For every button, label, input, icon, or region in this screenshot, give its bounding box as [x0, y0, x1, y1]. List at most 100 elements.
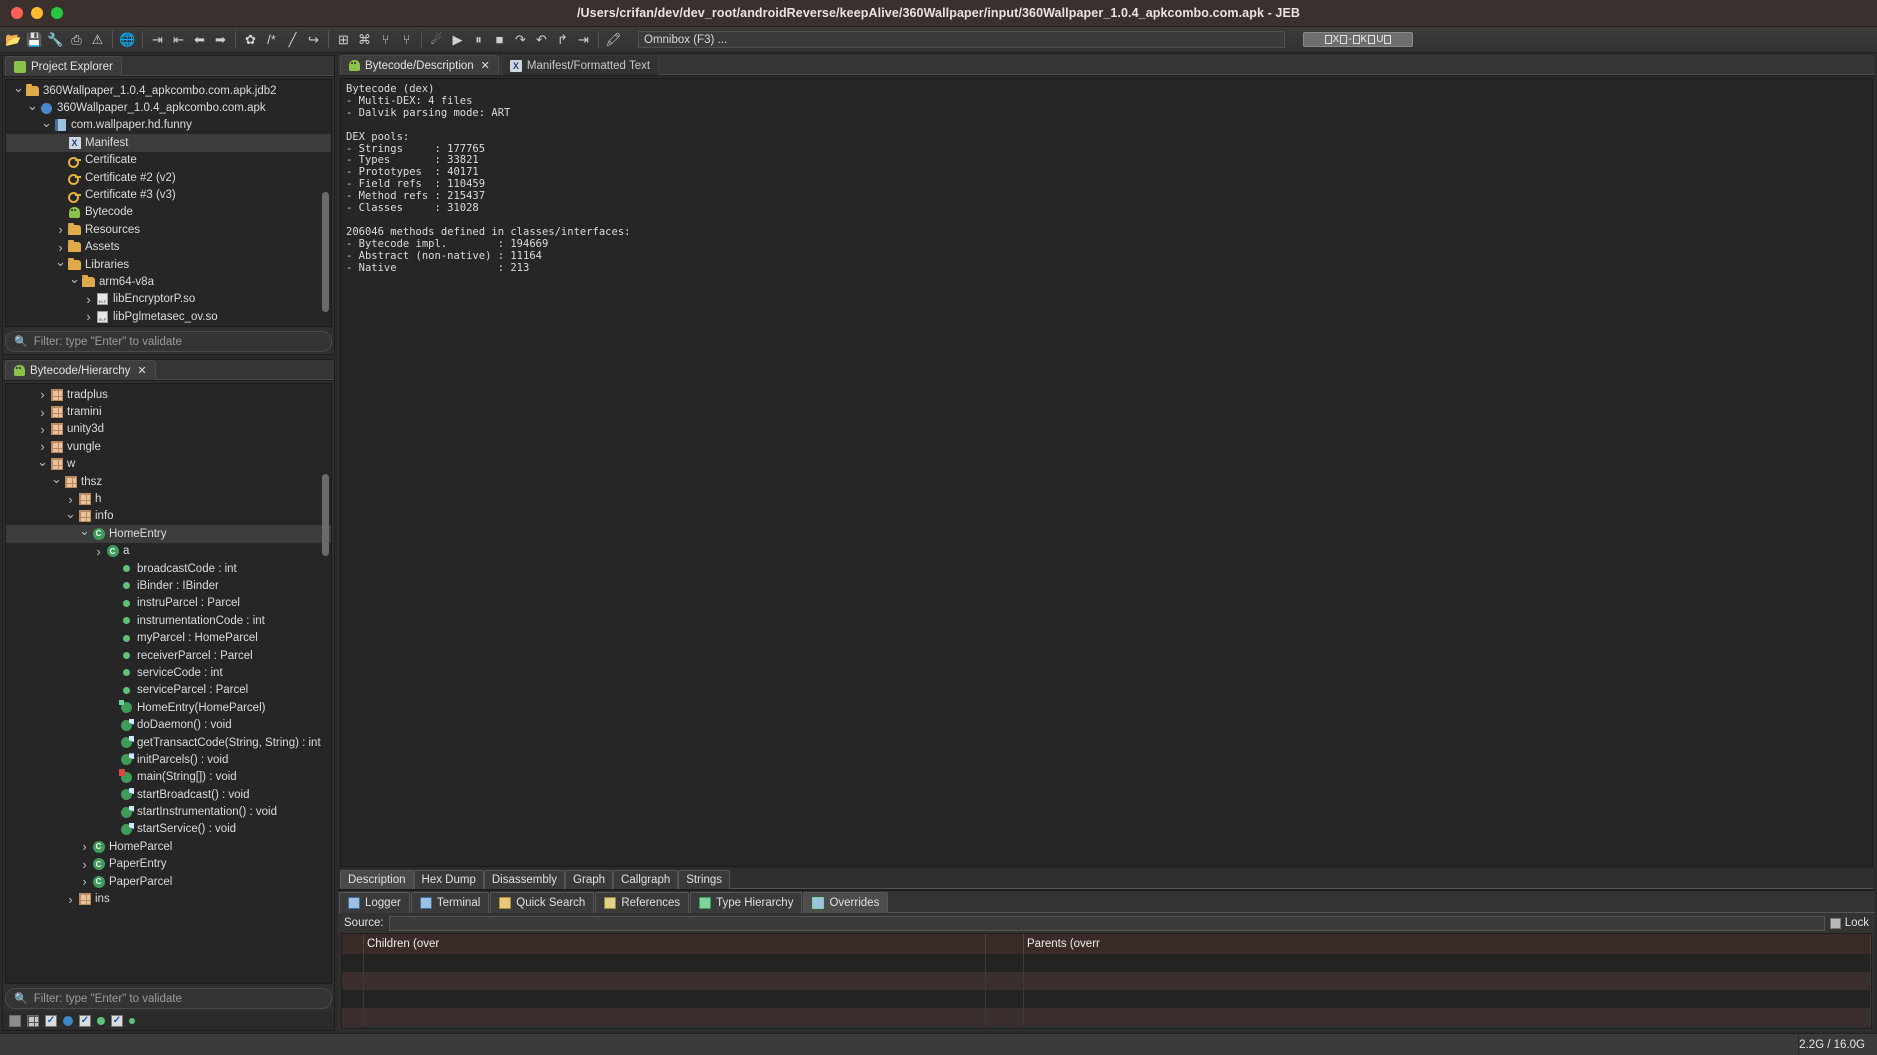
- chevron-down-icon[interactable]: [64, 510, 77, 523]
- decompile-icon[interactable]: ✿: [240, 29, 261, 50]
- close-icon[interactable]: ✕: [481, 59, 490, 72]
- chevron-down-icon[interactable]: [12, 84, 25, 97]
- grid-toggle-icon[interactable]: [27, 1014, 39, 1027]
- chevron-right-icon[interactable]: [36, 423, 49, 436]
- member-icon[interactable]: [129, 1017, 135, 1024]
- tree-row[interactable]: startBroadcast() : void: [6, 786, 331, 803]
- debug-stop-icon[interactable]: ■: [489, 29, 510, 50]
- tree-row-selected[interactable]: C HomeEntry: [6, 525, 331, 543]
- tree-row[interactable]: myParcel : HomeParcel: [6, 629, 331, 646]
- tree-row[interactable]: libEncryptorP.so: [6, 291, 331, 308]
- tree-row[interactable]: serviceParcel : Parcel: [6, 682, 331, 699]
- code-view[interactable]: Bytecode (dex) - Multi-DEX: 4 files - Da…: [340, 78, 1873, 867]
- tree-row[interactable]: C PaperParcel: [6, 873, 331, 890]
- chevron-right-icon[interactable]: [78, 858, 91, 871]
- chevron-down-icon[interactable]: [36, 458, 49, 471]
- wrench-icon[interactable]: 🔧: [45, 29, 66, 50]
- bottom-tab-quick-search[interactable]: Quick Search: [490, 892, 595, 913]
- globe-icon[interactable]: 🌐: [117, 29, 138, 50]
- source-input[interactable]: [388, 915, 1825, 931]
- tree-row[interactable]: 360Wallpaper_1.0.4_apkcombo.com.apk: [6, 99, 331, 116]
- chevron-right-icon[interactable]: [78, 840, 91, 853]
- hierarchy-tree[interactable]: tradplustraminiunity3dvunglewthszhinfoCH…: [5, 383, 332, 984]
- tree-row[interactable]: 360Wallpaper_1.0.4_apkcombo.com.apk.jdb2: [6, 82, 331, 99]
- quick-search-icon[interactable]: 🖍: [603, 29, 624, 50]
- export-icon[interactable]: ↪: [303, 29, 324, 50]
- open-folder-icon[interactable]: 📂: [3, 29, 24, 50]
- tree-row[interactable]: getTransactCode(String, String) : int: [6, 734, 331, 751]
- callgraph-icon[interactable]: ⑂: [396, 29, 417, 50]
- debug-pause-icon[interactable]: ⏸: [468, 29, 489, 50]
- col-parents-overrides[interactable]: Parents (overr: [1024, 934, 1871, 954]
- chevron-right-icon[interactable]: [36, 406, 49, 419]
- goto-reference-icon[interactable]: ⇤: [168, 29, 189, 50]
- panel-toggle-icon[interactable]: [9, 1014, 21, 1027]
- omnibox-input[interactable]: Omnibox (F3) ...: [638, 31, 1285, 48]
- hierarchy-filter[interactable]: 🔍 Filter: type "Enter" to validate: [5, 988, 332, 1009]
- table-row[interactable]: [342, 1008, 1871, 1026]
- minimize-window-button[interactable]: [31, 7, 43, 19]
- show-fields-checkbox[interactable]: ✓: [45, 1014, 57, 1027]
- chevron-right-icon[interactable]: [82, 310, 95, 323]
- navigate-forward-icon[interactable]: ➡: [210, 29, 231, 50]
- chevron-down-icon[interactable]: [78, 527, 91, 540]
- tree-row[interactable]: unity3d: [6, 421, 331, 438]
- print-icon[interactable]: ⎙: [66, 29, 87, 50]
- chevron-right-icon[interactable]: [64, 893, 77, 906]
- table-row[interactable]: [342, 990, 1871, 1008]
- chevron-down-icon[interactable]: [26, 102, 39, 115]
- goto-address-icon[interactable]: ⇥: [147, 29, 168, 50]
- graph-icon[interactable]: ⌘: [354, 29, 375, 50]
- tree-row[interactable]: iBinder : IBinder: [6, 577, 331, 594]
- chevron-right-icon[interactable]: [36, 440, 49, 453]
- tree-row[interactable]: initParcels() : void: [6, 751, 331, 768]
- tree-row[interactable]: instrumentationCode : int: [6, 612, 331, 629]
- tab-bytecode-hierarchy[interactable]: Bytecode/Hierarchy ✕: [5, 360, 156, 380]
- view-tab-description[interactable]: Description: [340, 870, 414, 889]
- close-icon[interactable]: ✕: [137, 364, 146, 377]
- chevron-right-icon[interactable]: [92, 545, 105, 558]
- chevron-down-icon[interactable]: [50, 475, 63, 488]
- chevron-right-icon[interactable]: [64, 493, 77, 506]
- comment-icon[interactable]: /*: [261, 29, 282, 50]
- chevron-right-icon[interactable]: [54, 223, 67, 236]
- tree-row[interactable]: libThreeWP.so: [6, 325, 331, 326]
- tree-row[interactable]: startInstrumentation() : void: [6, 803, 331, 820]
- chevron-down-icon[interactable]: [54, 258, 67, 271]
- view-tab-callgraph[interactable]: Callgraph: [613, 870, 679, 889]
- bottom-tab-type-hierarchy[interactable]: Type Hierarchy: [690, 892, 803, 913]
- close-window-button[interactable]: [11, 7, 23, 19]
- debugger-start-icon[interactable]: ☄: [426, 29, 447, 50]
- show-methods-checkbox[interactable]: ✓: [79, 1014, 91, 1027]
- tree-row[interactable]: vungle: [6, 438, 331, 455]
- tree-row[interactable]: C HomeParcel: [6, 838, 331, 855]
- tree-row[interactable]: C PaperEntry: [6, 856, 331, 873]
- show-members-checkbox[interactable]: ✓: [111, 1014, 123, 1027]
- project-explorer-filter[interactable]: 🔍 Filter: type "Enter" to validate: [5, 331, 332, 352]
- tree-row[interactable]: h: [6, 490, 331, 507]
- tree-row[interactable]: Ca: [6, 543, 331, 560]
- tree-row[interactable]: tramini: [6, 403, 331, 420]
- tree-row[interactable]: startService() : void: [6, 821, 331, 838]
- ime-toggle-button[interactable]: X - K U: [1303, 32, 1413, 47]
- bottom-tab-overrides[interactable]: Overrides: [803, 892, 889, 913]
- save-icon[interactable]: 💾: [24, 29, 45, 50]
- inner-class-icon[interactable]: [63, 1015, 73, 1026]
- warning-icon[interactable]: ⚠: [87, 29, 108, 50]
- tree-row[interactable]: info: [6, 508, 331, 525]
- bottom-tab-terminal[interactable]: Terminal: [410, 892, 490, 913]
- chevron-right-icon[interactable]: [54, 241, 67, 254]
- method-icon[interactable]: [97, 1016, 105, 1025]
- tree-row[interactable]: Libraries: [6, 256, 331, 273]
- bottom-tab-logger[interactable]: Logger: [339, 892, 410, 913]
- tree-row[interactable]: HomeEntry(HomeParcel): [6, 699, 331, 716]
- run-to-icon[interactable]: ⇥: [573, 29, 594, 50]
- navigate-back-icon[interactable]: ⬅: [189, 29, 210, 50]
- hierarchy-icon[interactable]: ⑂: [375, 29, 396, 50]
- tree-row[interactable]: serviceCode : int: [6, 664, 331, 681]
- tree-row[interactable]: arm64-v8a: [6, 273, 331, 290]
- tree-row[interactable]: ins: [6, 890, 331, 907]
- chevron-right-icon[interactable]: [78, 875, 91, 888]
- step-over-icon[interactable]: ↶: [531, 29, 552, 50]
- table-row[interactable]: [342, 972, 1871, 990]
